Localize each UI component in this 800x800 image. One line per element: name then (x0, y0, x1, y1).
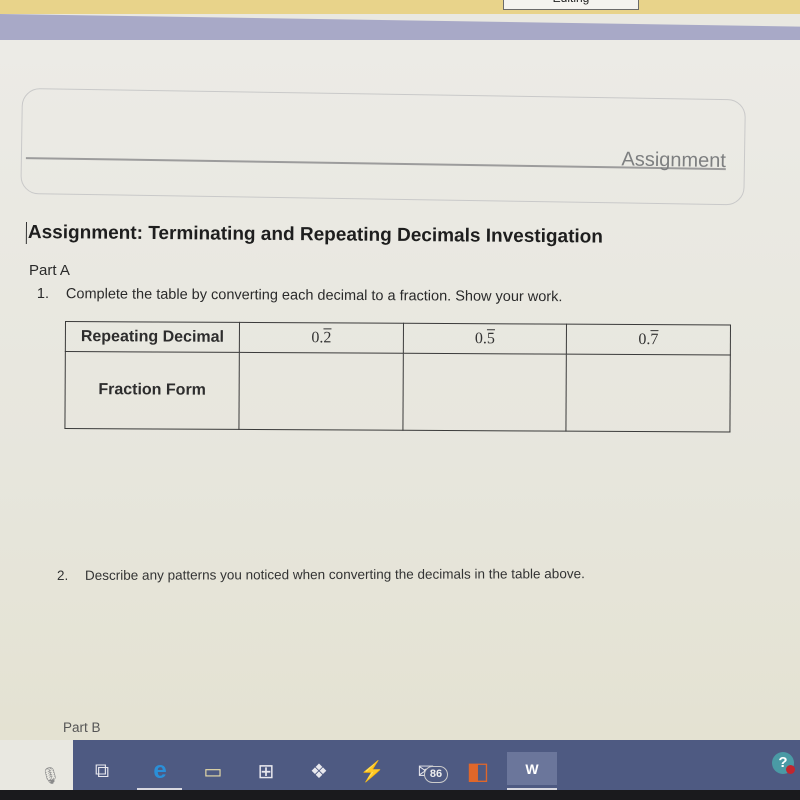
document-header-box[interactable]: Assignment (20, 88, 746, 206)
file-explorer-icon[interactable]: ▭ (199, 757, 227, 785)
row-header-decimal: Repeating Decimal (65, 321, 240, 353)
header-label: Assignment (621, 148, 727, 173)
table-row-fractions: Fraction Form (64, 351, 731, 432)
document-title: Assignment: Terminating and Repeating De… (25, 222, 604, 249)
question-2-text: Describe any patterns you noticed when c… (84, 566, 585, 583)
word-icon[interactable]: W (507, 752, 557, 785)
mail-unread-badge: 86 (424, 766, 448, 783)
office-icon[interactable]: ◧ (464, 757, 492, 785)
row-header-fraction: Fraction Form (64, 351, 240, 430)
screen-bezel (0, 790, 800, 800)
bolt-app-icon[interactable]: ⚡ (358, 757, 386, 785)
decimal-cell[interactable]: 0.7 (566, 324, 731, 355)
alert-dot-icon (786, 765, 795, 774)
decimal-cell[interactable]: 0.2 (239, 322, 404, 354)
fraction-cell[interactable] (402, 353, 567, 432)
question-1-text: Complete the table by converting each de… (65, 286, 563, 306)
decimal-cell[interactable]: 0.5 (403, 323, 567, 355)
edge-icon[interactable]: e (146, 757, 174, 785)
question-1: 1. Complete the table by converting each … (37, 286, 563, 305)
repeat-digit: 2 (323, 328, 332, 346)
part-b-heading: Part B (63, 720, 101, 735)
part-a-heading: Part A (29, 262, 70, 279)
fraction-cell[interactable] (238, 352, 404, 431)
table-row-decimals: Repeating Decimal 0.2 0.5 0.7 (65, 321, 731, 355)
question-2-number: 2. (57, 567, 69, 583)
repeat-digit: 7 (650, 330, 659, 348)
edge-active-indicator (137, 788, 182, 790)
word-active-indicator (507, 788, 557, 790)
decimal-table: Repeating Decimal 0.2 0.5 0.7 Fraction F… (64, 321, 731, 432)
microphone-icon[interactable]: 🎙 (40, 766, 60, 786)
dropbox-icon[interactable]: ❖ (305, 757, 333, 785)
question-2: 2. Describe any patterns you noticed when… (57, 566, 585, 583)
enable-editing-button[interactable]: Editing (503, 0, 639, 10)
store-icon[interactable]: ⊞ (252, 757, 280, 785)
repeat-digit: 5 (486, 329, 495, 347)
question-1-number: 1. (36, 286, 50, 303)
fraction-cell[interactable] (565, 354, 731, 432)
task-view-icon[interactable]: ⧉ (88, 757, 116, 785)
message-bar: Editing (0, 0, 800, 14)
